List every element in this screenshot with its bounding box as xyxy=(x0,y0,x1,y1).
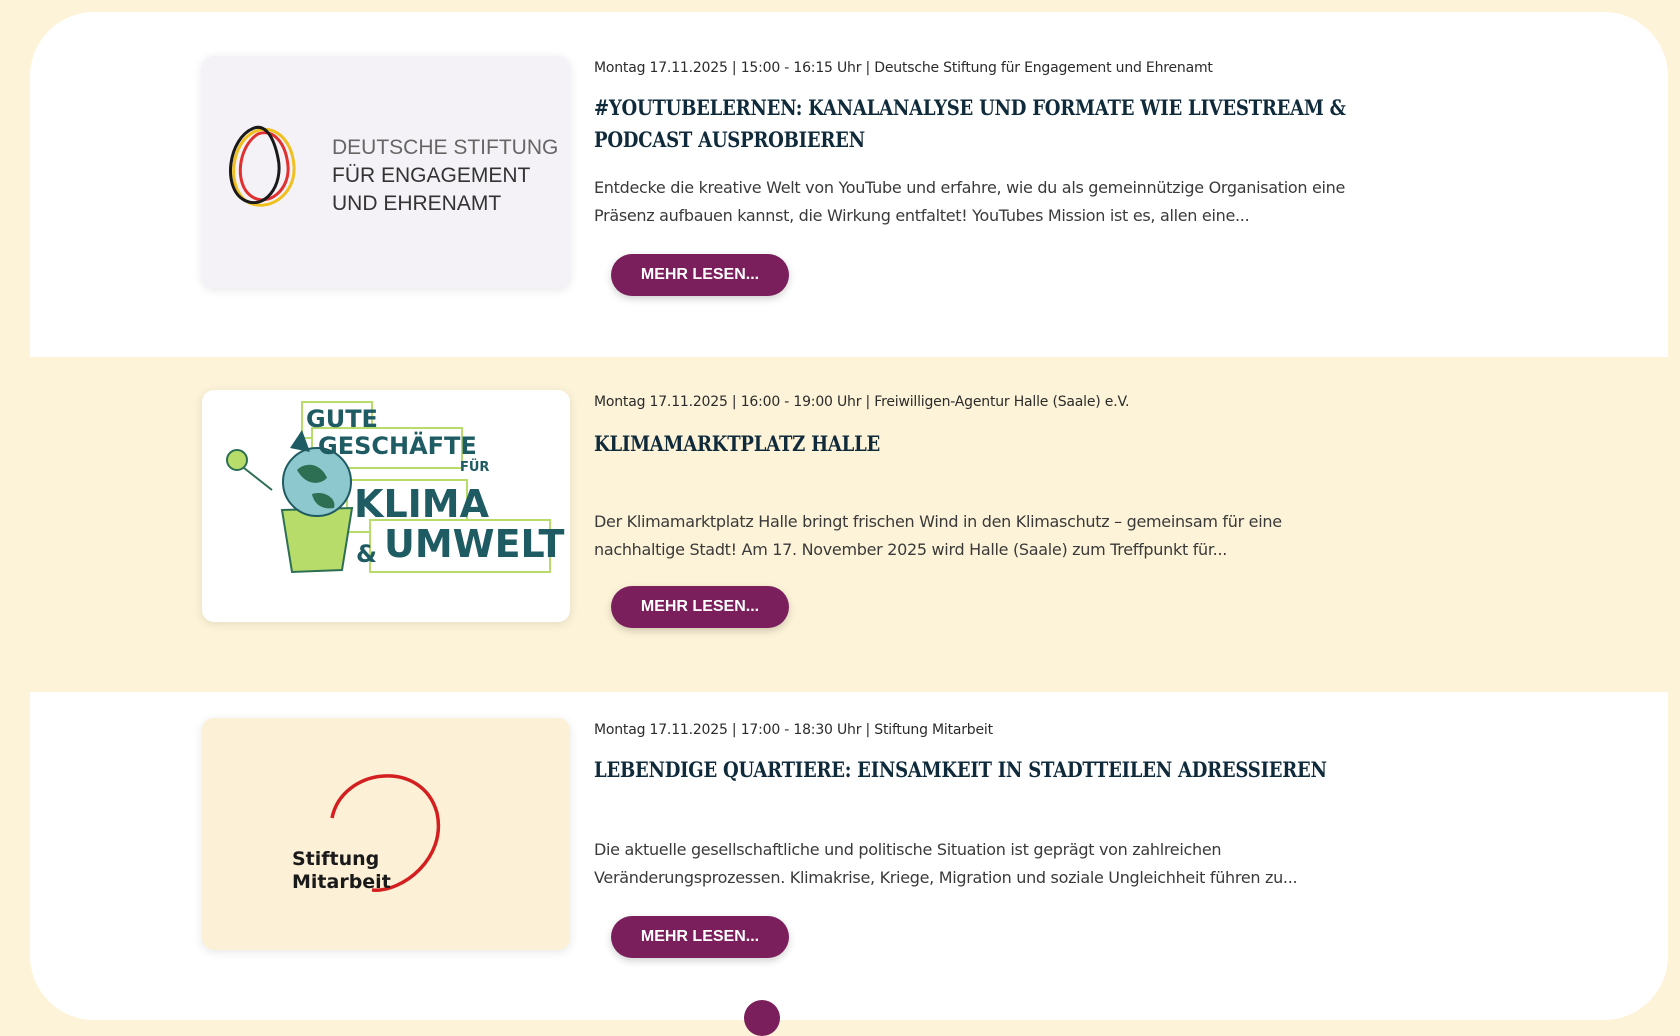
logo-line: UND EHRENAMT xyxy=(332,192,502,215)
stiftung-mitarbeit-logo-icon xyxy=(330,774,441,892)
read-more-button[interactable]: MEHR LESEN... xyxy=(611,254,789,296)
event-thumbnail[interactable]: GUTE GESCHÄFTE FÜR KLIMA & UMWELT xyxy=(202,390,570,622)
logo-line: Stiftung xyxy=(292,848,380,870)
read-more-button[interactable]: MEHR LESEN... xyxy=(611,916,789,958)
logo-line: Mitarbeit xyxy=(292,871,391,893)
logo-word: UMWELT xyxy=(384,522,565,566)
logo-word: GESCHÄFTE xyxy=(318,432,477,460)
event-title[interactable]: Lebendige Quartiere: Einsamkeit in Stadt… xyxy=(594,754,1351,786)
event-title[interactable]: Klimamarktplatz Halle xyxy=(594,428,1351,460)
event-item: DEUTSCHE STIFTUNG FÜR ENGAGEMENT UND EHR… xyxy=(30,12,1668,357)
event-meta: Montag 17.11.2025 | 15:00 - 16:15 Uhr | … xyxy=(594,60,1213,76)
dsee-logo-icon xyxy=(229,125,296,207)
logo-word: KLIMA xyxy=(354,482,490,526)
logo-line: FÜR ENGAGEMENT xyxy=(332,164,531,187)
events-card: DEUTSCHE STIFTUNG FÜR ENGAGEMENT UND EHR… xyxy=(30,12,1668,1020)
event-description: Der Klimamarktplatz Halle bringt frische… xyxy=(594,512,1282,559)
logo-word: FÜR xyxy=(460,460,490,475)
event-thumbnail[interactable]: DEUTSCHE STIFTUNG FÜR ENGAGEMENT UND EHR… xyxy=(202,56,570,288)
logo-word: & xyxy=(356,540,377,568)
event-title[interactable]: #YouTubeLernen: Kanalanalyse und Formate… xyxy=(594,92,1351,156)
scroll-indicator[interactable] xyxy=(744,1000,780,1036)
event-item: GUTE GESCHÄFTE FÜR KLIMA & UMWELT Montag… xyxy=(30,362,1668,682)
event-description: Die aktuelle gesellschaftliche und polit… xyxy=(594,840,1298,887)
logo-word: GUTE xyxy=(306,405,378,433)
logo-line: DEUTSCHE STIFTUNG xyxy=(332,136,559,159)
event-thumbnail[interactable]: Stiftung Mitarbeit xyxy=(202,718,570,950)
read-more-button[interactable]: MEHR LESEN... xyxy=(611,586,789,628)
event-meta: Montag 17.11.2025 | 17:00 - 18:30 Uhr | … xyxy=(594,722,993,738)
event-item: Stiftung Mitarbeit Montag 17.11.2025 | 1… xyxy=(30,692,1668,1020)
event-meta: Montag 17.11.2025 | 16:00 - 19:00 Uhr | … xyxy=(594,394,1130,410)
event-description: Entdecke die kreative Welt von YouTube u… xyxy=(594,178,1346,225)
